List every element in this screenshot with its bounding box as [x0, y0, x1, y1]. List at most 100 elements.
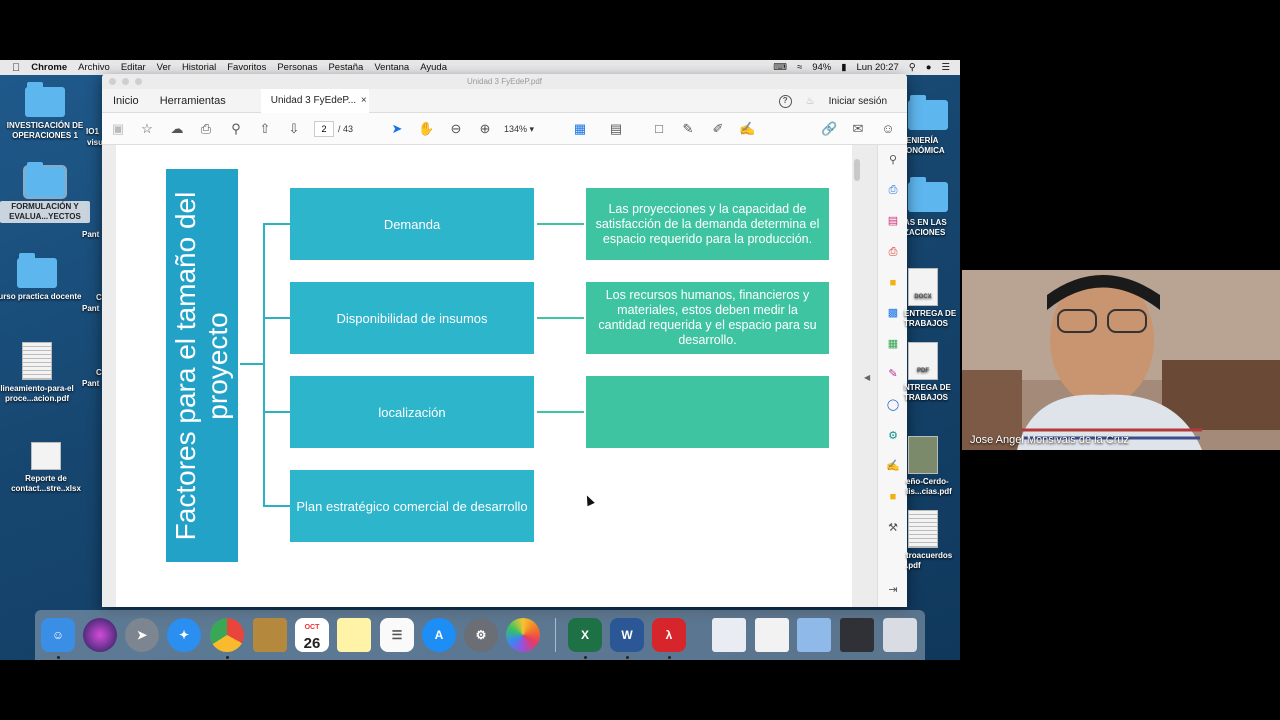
running-indicator — [584, 656, 587, 659]
vertical-scrollbar[interactable] — [854, 159, 860, 181]
connector-branch — [263, 505, 290, 507]
help-icon[interactable]: ? — [778, 94, 792, 108]
spotlight-search-icon[interactable]: ⚲ — [909, 62, 916, 73]
menu-personas[interactable]: Personas — [277, 62, 317, 73]
tab-document[interactable]: Unidad 3 FyEdeP... × — [260, 88, 369, 113]
zoom-tool-icon[interactable]: ⚲ — [886, 153, 900, 167]
reminders-icon[interactable]: ☰ — [380, 618, 414, 652]
menu-app-name[interactable]: Chrome — [31, 62, 67, 73]
expand-panel-icon[interactable]: ⇥ — [886, 583, 900, 597]
desktop-file-diseno-cerdo[interactable]: eño-Cerdo- lis...cias.pdf — [896, 436, 960, 497]
screen:  Chrome Archivo Editar Ver Historial Fa… — [0, 0, 1280, 720]
upload-cloud-icon[interactable]: ☁ — [169, 121, 185, 137]
hand-tool-icon[interactable]: ✋ — [418, 121, 434, 137]
zoom-out-icon[interactable]: ⊖ — [448, 121, 464, 137]
keyboard-icon[interactable]: ⌨ — [773, 62, 787, 73]
window-thumbnail-2[interactable] — [755, 618, 789, 652]
email-icon[interactable]: ✉ — [850, 121, 866, 137]
finder-icon[interactable]: ☺ — [41, 618, 75, 652]
document-viewport[interactable]: Factores para el tamaño del proyecto Dem… — [102, 145, 877, 607]
menu-historial[interactable]: Historial — [182, 62, 216, 73]
bookmark-star-icon[interactable]: ☆ — [139, 121, 155, 137]
window-zoom-button[interactable] — [135, 78, 142, 85]
menu-pestana[interactable]: Pestaña — [328, 62, 363, 73]
desktop-fragment: Pant — [82, 379, 100, 388]
notifications-bell-icon[interactable]: ♨ — [806, 96, 815, 107]
create-pdf-icon[interactable]: ⎙ — [886, 183, 900, 197]
desktop-file-reporte[interactable]: Reporte de contact...stre..xlsx — [1, 442, 91, 494]
sign-in-button[interactable]: Iniciar sesión — [829, 96, 887, 107]
window-thumbnail-4[interactable] — [840, 618, 874, 652]
contacts-book-icon[interactable] — [253, 618, 287, 652]
launchpad-rocket-icon[interactable]: ➤ — [125, 618, 159, 652]
calendar-icon[interactable]: OCT 26 — [295, 618, 329, 652]
running-indicator — [626, 656, 629, 659]
battery-percent[interactable]: 94% — [812, 62, 831, 73]
add-person-icon[interactable]: ☺ — [880, 121, 896, 137]
collapse-panel-icon[interactable]: ◀ — [864, 373, 870, 382]
save-icon[interactable]: ▣ — [110, 121, 126, 137]
app-store-icon[interactable]: A — [422, 618, 456, 652]
siri-icon[interactable]: ● — [926, 62, 932, 73]
menu-archivo[interactable]: Archivo — [78, 62, 110, 73]
fit-page-icon[interactable]: ▦ — [572, 121, 588, 137]
previous-page-icon[interactable]: ⇧ — [257, 121, 273, 137]
window-thumbnail-3[interactable] — [797, 618, 831, 652]
desktop-folder-formulacion[interactable]: FORMULACIÓN Y EVALUA...YECTOS — [0, 162, 90, 223]
zoom-search-icon[interactable]: ⚲ — [228, 121, 244, 137]
menu-favoritos[interactable]: Favoritos — [227, 62, 266, 73]
export-pdf-icon[interactable]: ⎙ — [886, 245, 900, 259]
desktop-file-contratos[interactable]: troacuerdos .pdf — [896, 510, 960, 571]
window-minimize-button[interactable] — [122, 78, 129, 85]
tab-herramientas[interactable]: Herramientas — [160, 95, 226, 107]
wifi-icon[interactable]: ≈ — [797, 62, 802, 73]
menu-editar[interactable]: Editar — [121, 62, 146, 73]
desktop-item-label: Curso practica docente — [0, 292, 82, 301]
webcam-video: Jose Angel Monsivais de la Cruz — [962, 270, 1280, 450]
menu-clock[interactable]: Lun 20:27 — [856, 62, 898, 73]
desktop-file-lineamiento[interactable]: lineamiento-para-el proce...acion.pdf — [0, 342, 82, 404]
organize-pages-icon[interactable]: ▤ — [886, 214, 900, 228]
share-link-icon[interactable]: 🔗 — [821, 121, 837, 137]
close-tab-icon[interactable]: × — [361, 95, 367, 106]
page-number-input[interactable]: 2 — [314, 121, 334, 137]
pdf-page: Factores para el tamaño del proyecto Dem… — [116, 145, 852, 607]
trash-icon[interactable] — [883, 618, 917, 652]
excel-icon[interactable]: X — [568, 618, 602, 652]
notes-icon[interactable] — [337, 618, 371, 652]
battery-icon[interactable]: ▮ — [841, 62, 846, 73]
desktop-folder-ingenieria[interactable]: ENIERÍA ONÓMICA — [900, 95, 960, 156]
select-cursor-icon[interactable]: ➤ — [389, 121, 405, 137]
desktop-folder-zaciones[interactable]: AS EN LAS ZACIONES — [900, 177, 960, 238]
window-close-button[interactable] — [109, 78, 116, 85]
fill-sign-icon[interactable]: ✍ — [739, 121, 755, 137]
desktop-file-entrega-pdf[interactable]: PDF NTREGA DE TRABAJOS — [896, 342, 960, 403]
system-preferences-gear-icon[interactable]: ⚙ — [464, 618, 498, 652]
desktop-folder-curso[interactable]: Curso practica docente — [0, 253, 82, 302]
comment-icon[interactable]: □ — [651, 121, 667, 137]
chrome-icon[interactable] — [210, 618, 244, 652]
acrobat-icon[interactable]: λ — [652, 618, 686, 652]
apple-menu-icon[interactable]:  — [12, 62, 20, 74]
safari-compass-icon[interactable]: ✦ — [167, 618, 201, 652]
zoom-level-select[interactable]: 134% ▾ — [504, 121, 554, 137]
zoom-in-icon[interactable]: ⊕ — [477, 121, 493, 137]
scroll-mode-icon[interactable]: ▤ — [608, 121, 624, 137]
menu-ver[interactable]: Ver — [157, 62, 171, 73]
draw-sign-icon[interactable]: ✐ — [710, 121, 726, 137]
desktop-item-label: troacuerdos .pdf — [906, 551, 953, 570]
menu-ayuda[interactable]: Ayuda — [420, 62, 447, 73]
photos-icon[interactable] — [506, 618, 540, 652]
notification-center-icon[interactable]: ☰ — [941, 62, 950, 73]
next-page-icon[interactable]: ⇩ — [286, 121, 302, 137]
print-icon[interactable]: ⎙ — [198, 121, 214, 137]
menu-ventana[interactable]: Ventana — [374, 62, 409, 73]
highlight-pen-icon[interactable]: ✎ — [680, 121, 696, 137]
siri-dock-icon[interactable] — [83, 618, 117, 652]
tab-inicio[interactable]: Inicio — [113, 95, 139, 107]
desktop-file-entrega-docx[interactable]: DOCX ENTREGA DE TRABAJOS — [896, 268, 960, 329]
description-box-demanda: Las proyecciones y la capacidad de satis… — [586, 188, 829, 260]
word-icon[interactable]: W — [610, 618, 644, 652]
window-thumbnail-1[interactable] — [712, 618, 746, 652]
desktop-folder-investigacion[interactable]: INVESTIGACIÓN DE OPERACIONES 1 — [0, 82, 90, 141]
